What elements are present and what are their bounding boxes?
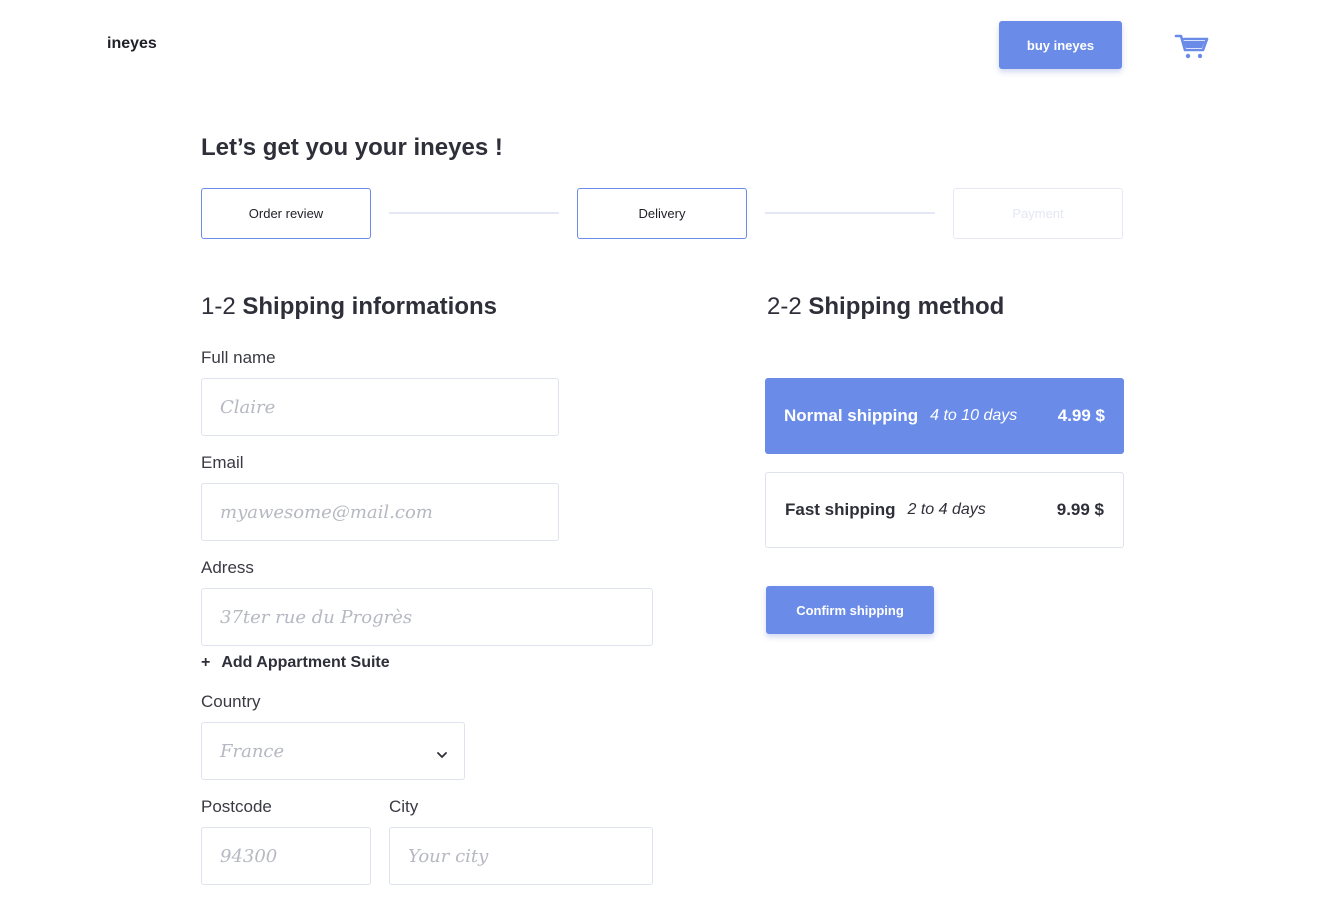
logo[interactable]: ineyes — [107, 35, 157, 53]
step-order-review[interactable]: Order review — [201, 188, 371, 239]
confirm-shipping-button[interactable]: Confirm shipping — [766, 586, 934, 634]
add-suite-label: Add Appartment Suite — [221, 654, 390, 671]
shipping-option-normal[interactable]: Normal shipping 4 to 10 days 4.99 $ — [765, 378, 1124, 454]
step-delivery[interactable]: Delivery — [577, 188, 747, 239]
city-label: City — [389, 797, 419, 816]
shipping-info-title: 1-2 Shipping informations — [201, 293, 497, 321]
chevron-down-icon — [436, 745, 448, 758]
add-apartment-suite-link[interactable]: + Add Appartment Suite — [201, 654, 390, 672]
cart-icon[interactable] — [1174, 31, 1210, 61]
page-title: Let’s get you your ineyes ! — [201, 134, 503, 161]
shipping-option-price: 9.99 $ — [1056, 500, 1104, 519]
postcode-label: Postcode — [201, 797, 272, 816]
country-value: France — [220, 740, 285, 762]
full-name-input[interactable]: Claire — [201, 378, 559, 436]
shipping-option-price: 4.99 $ — [1057, 406, 1105, 425]
shipping-option-name: Fast shipping — [785, 500, 896, 519]
step-payment[interactable]: Payment — [953, 188, 1123, 239]
email-input[interactable]: myawesome@mail.com — [201, 483, 559, 541]
full-name-label: Full name — [201, 348, 276, 367]
plus-icon: + — [201, 654, 211, 671]
section-number: 2-2 — [767, 293, 802, 320]
postcode-input[interactable]: 94300 — [201, 827, 371, 885]
country-select[interactable]: France — [201, 722, 465, 780]
email-label: Email — [201, 453, 244, 472]
step-connector — [389, 212, 559, 214]
shipping-option-fast[interactable]: Fast shipping 2 to 4 days 9.99 $ — [765, 472, 1124, 548]
section-title-text: Shipping method — [808, 293, 1005, 320]
shipping-option-name: Normal shipping — [784, 406, 919, 425]
address-input[interactable]: 37ter rue du Progrès — [201, 588, 653, 646]
shipping-option-days: 4 to 10 days — [930, 407, 1018, 424]
step-connector — [765, 212, 935, 214]
buy-button[interactable]: buy ineyes — [999, 21, 1122, 69]
address-label: Adress — [201, 558, 254, 577]
shipping-method-title: 2-2 Shipping method — [767, 293, 1004, 321]
section-title-text: Shipping informations — [242, 293, 498, 320]
section-number: 1-2 — [201, 293, 236, 320]
country-label: Country — [201, 692, 261, 711]
shipping-option-days: 2 to 4 days — [907, 501, 986, 518]
city-input[interactable]: Your city — [389, 827, 653, 885]
